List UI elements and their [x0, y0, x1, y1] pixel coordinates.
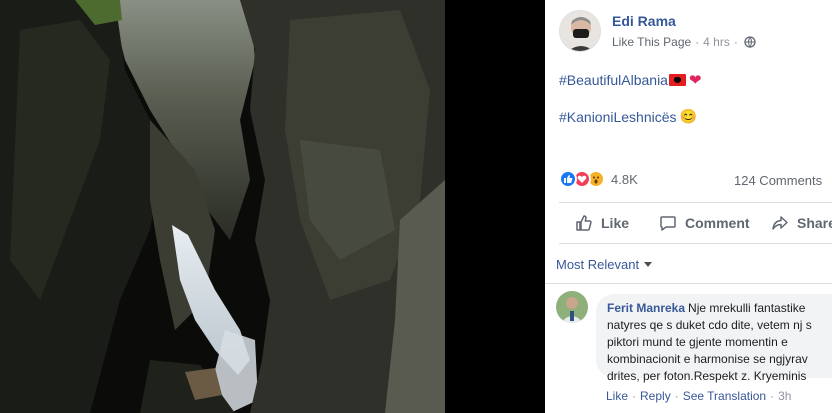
meta-separator-2: ·: [733, 35, 738, 49]
divider: [545, 283, 832, 284]
comments-count-link[interactable]: 124 Comments: [734, 173, 822, 188]
like-button-label: Like: [601, 215, 630, 231]
post-author[interactable]: Edi Rama: [612, 13, 676, 29]
photo-viewer[interactable]: [0, 0, 545, 413]
hashtag-kanioni-leshnices[interactable]: #KanioniLeshnicës: [559, 109, 677, 125]
heart-icon: ❤: [688, 72, 702, 89]
like-page-link[interactable]: Like This Page: [612, 35, 691, 49]
comment-like-link[interactable]: Like: [606, 389, 628, 403]
person-masked-avatar-image: [560, 11, 600, 51]
comment-action-separator: ·: [674, 389, 679, 403]
comment-action-separator: ·: [770, 389, 775, 403]
commenter-avatar[interactable]: [556, 291, 588, 323]
reaction-summary[interactable]: 4.8K: [559, 170, 638, 188]
share-arrow-icon: [772, 216, 788, 230]
thumbs-up-icon: [576, 215, 592, 231]
sort-label: Most Relevant: [556, 257, 640, 272]
comment-actions: Like · Reply · See Translation · 3h: [606, 389, 791, 403]
comment-line-1: Ferit Manreka Nje mrekulli fantastike: [607, 300, 832, 317]
meta-separator: ·: [695, 35, 700, 49]
see-translation-link[interactable]: See Translation: [683, 389, 766, 403]
commenter-avatar-image: [556, 291, 588, 323]
reaction-count: 4.8K: [611, 171, 638, 187]
like-button[interactable]: Like: [575, 206, 629, 240]
like-reaction-icon: [559, 170, 577, 188]
comment-button[interactable]: Comment: [659, 206, 750, 240]
comment-text-1: Nje mrekulli fantastike: [688, 301, 806, 315]
comment-bubble: Ferit Manreka Nje mrekulli fantastike nat…: [596, 294, 832, 383]
canyon-photo: [0, 0, 545, 413]
comment-sort-dropdown[interactable]: Most Relevant: [556, 257, 653, 272]
comment-action-separator: ·: [632, 389, 637, 403]
smile-emoji-icon: 😊: [679, 108, 697, 124]
comment-text-5: drites, per foton.Respekt z. Kryeminis: [607, 369, 807, 383]
post-actions: Like Comment Share: [559, 206, 832, 240]
comment-text-4: kombinacionit e harmonise se ngjyrav: [607, 352, 808, 366]
post-time[interactable]: 4 hrs: [703, 35, 730, 49]
caret-down-icon: [644, 262, 653, 267]
globe-icon: [744, 36, 756, 48]
comment-bubble-icon: [660, 216, 676, 231]
comment-button-label: Comment: [685, 215, 750, 231]
comment-author[interactable]: Ferit Manreka: [607, 301, 685, 315]
comment-text-2: natyres qe s duket cdo dite, vetem nj s: [607, 318, 812, 332]
comment-text-3: piktori mund te gjente momentin e: [607, 335, 788, 349]
divider: [559, 243, 832, 244]
divider: [559, 202, 832, 203]
post-meta: Like This Page · 4 hrs ·: [612, 35, 756, 49]
hashtag-beautiful-albania[interactable]: #BeautifulAlbania: [559, 72, 668, 88]
share-button[interactable]: Share: [771, 206, 832, 240]
page-avatar[interactable]: [559, 10, 601, 52]
hashtag-line-2: #KanioniLeshnicës 😊: [559, 108, 697, 125]
comment-time[interactable]: 3h: [778, 389, 791, 403]
comment-reply-link[interactable]: Reply: [640, 389, 671, 403]
albania-flag-icon: [668, 74, 686, 86]
hashtag-line-1: #BeautifulAlbania ❤: [559, 71, 702, 89]
post-panel: Edi Rama Like This Page · 4 hrs · #Beaut…: [545, 0, 832, 413]
share-button-label: Share: [797, 215, 832, 231]
